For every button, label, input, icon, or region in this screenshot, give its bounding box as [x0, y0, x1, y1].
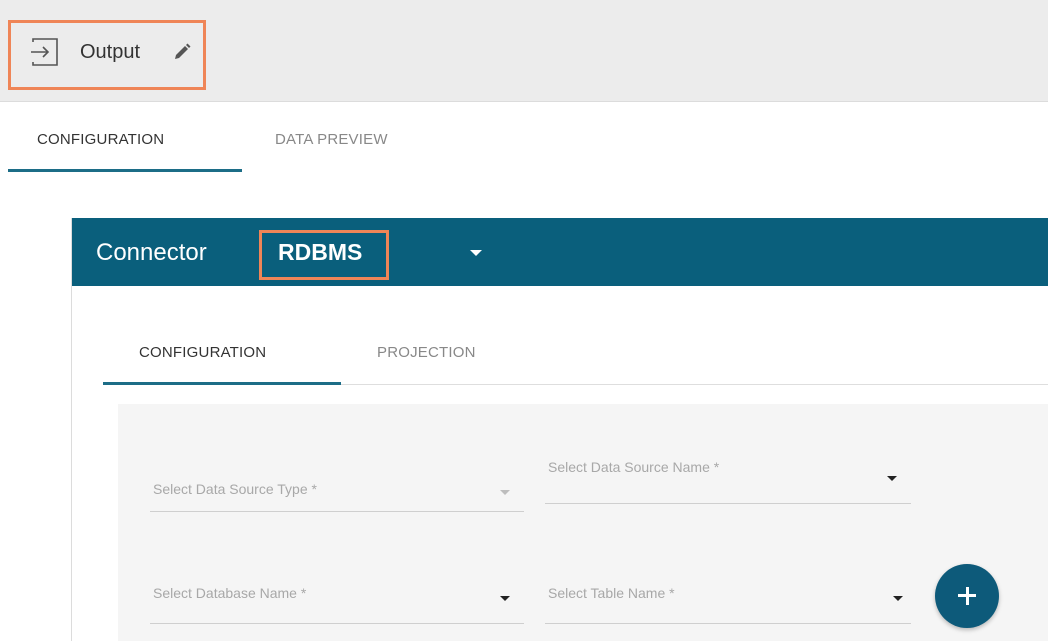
connector-label: Connector — [96, 239, 207, 266]
field-underline — [150, 511, 524, 512]
output-icon — [31, 38, 58, 66]
pencil-icon[interactable] — [173, 43, 191, 61]
caret-down-icon — [500, 596, 510, 601]
database-name-placeholder: Select Database Name * — [153, 585, 307, 601]
database-name-select[interactable]: Select Database Name * — [150, 574, 524, 624]
field-underline — [545, 623, 911, 624]
node-title: Output — [80, 41, 141, 63]
tab-configuration[interactable]: CONFIGURATION — [37, 130, 164, 150]
plus-icon-vertical — [965, 587, 969, 605]
top-tabs: CONFIGURATION DATA PREVIEW — [0, 103, 1048, 173]
caret-down-icon — [887, 476, 897, 481]
caret-down-icon — [893, 596, 903, 601]
node-header: Output — [0, 0, 1048, 102]
connector-header: Connector RDBMS — [72, 218, 1048, 286]
add-table-button[interactable] — [935, 564, 999, 628]
connector-select[interactable]: RDBMS — [278, 238, 362, 266]
field-underline — [545, 503, 911, 504]
caret-down-icon[interactable] — [470, 250, 482, 256]
data-source-type-placeholder: Select Data Source Type * — [153, 481, 317, 497]
field-underline — [150, 623, 524, 624]
data-source-name-placeholder: Select Data Source Name * — [548, 459, 720, 475]
data-source-name-select[interactable]: Select Data Source Name * — [545, 454, 911, 504]
table-name-select[interactable]: Select Table Name * — [545, 574, 911, 624]
caret-down-icon — [500, 490, 510, 495]
tab-data-preview[interactable]: DATA PREVIEW — [275, 130, 388, 150]
tab-projection[interactable]: PROJECTION — [377, 343, 476, 363]
configuration-form: Select Data Source Type * Select Data So… — [118, 404, 1048, 641]
active-tab-indicator — [8, 169, 242, 172]
inner-active-tab-indicator — [103, 382, 341, 385]
table-name-placeholder: Select Table Name * — [548, 585, 675, 601]
tab-inner-configuration[interactable]: CONFIGURATION — [139, 343, 266, 363]
connector-panel: Connector RDBMS CONFIGURATION PROJECTION… — [71, 218, 1048, 641]
data-source-type-select[interactable]: Select Data Source Type * — [150, 462, 524, 512]
